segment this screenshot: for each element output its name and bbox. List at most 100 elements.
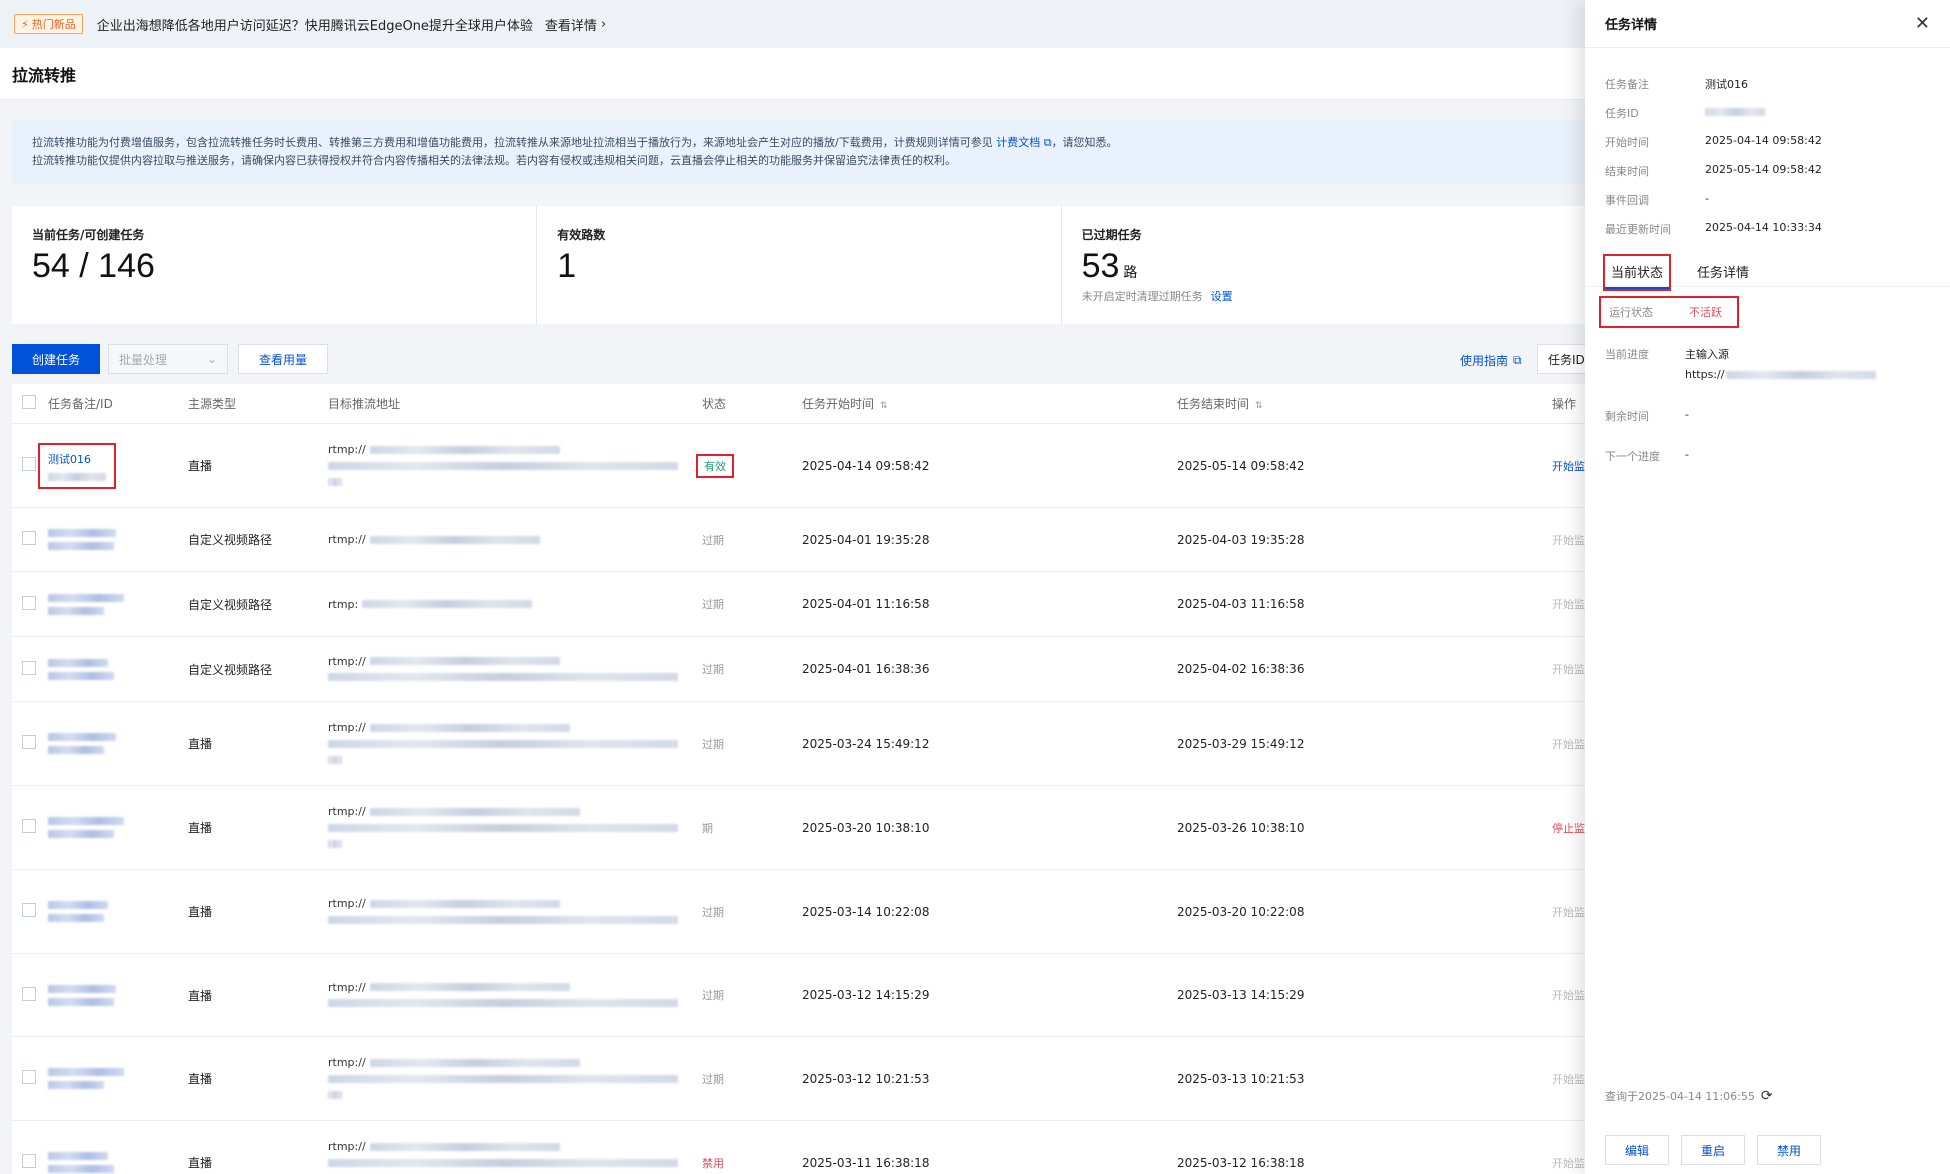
page-title: 拉流转推 bbox=[12, 65, 77, 85]
disable-button[interactable]: 禁用 bbox=[1757, 1135, 1821, 1165]
hot-new-tag: ⚡ 热门新品 bbox=[14, 14, 83, 34]
kv-key: 当前进度 bbox=[1605, 348, 1649, 361]
batch-select[interactable]: 批量处理 ⌄ bbox=[108, 344, 229, 374]
banner-details-link[interactable]: 查看详情 › bbox=[545, 15, 606, 34]
row-checkbox[interactable] bbox=[22, 819, 36, 836]
address-prefix: rtmp:// bbox=[328, 721, 366, 734]
close-icon[interactable]: ✕ bbox=[1915, 13, 1930, 34]
task-name-cell[interactable] bbox=[48, 817, 124, 838]
header-start[interactable]: 任务开始时间 ⇅ bbox=[802, 395, 888, 412]
kv-value: - bbox=[1685, 408, 1689, 421]
task-name-cell[interactable] bbox=[48, 593, 124, 615]
expired-settings-link[interactable]: 设置 bbox=[1211, 290, 1233, 303]
progress-url-prefix: https:// bbox=[1685, 368, 1725, 381]
kv-value: - bbox=[1705, 192, 1709, 205]
end-time-cell: 2025-04-02 16:38:36 bbox=[1177, 662, 1305, 676]
address-prefix: rtmp:// bbox=[328, 1056, 366, 1069]
table-row[interactable]: 直播 rtmp:// 过期 2025-03-14 10:22:08 2025-03-20… bbox=[12, 870, 1585, 954]
push-address-cell: rtmp:// bbox=[328, 532, 540, 548]
create-task-button[interactable]: 创建任务 bbox=[12, 344, 101, 374]
table-row[interactable]: 自定义视频路径 rtmp:// 过期 2025-04-01 16:38:36 2025-… bbox=[12, 637, 1585, 702]
billing-notice: 拉流转推功能为付费增值服务，包含拉流转推任务时长费用、转推第三方费用和增值功能费… bbox=[12, 120, 1585, 184]
row-action-link[interactable]: 停止监 bbox=[1552, 820, 1585, 836]
row-checkbox[interactable] bbox=[22, 986, 36, 1004]
task-name-cell[interactable] bbox=[48, 901, 108, 922]
query-time: 查询于2025-04-14 11:06:55 ⟳ bbox=[1605, 1088, 1773, 1104]
row-action-link[interactable]: 开始监 bbox=[1552, 596, 1585, 612]
table-row[interactable]: 直播 rtmp:// 禁用 2025-03-11 16:38:18 2025-03-12… bbox=[12, 1121, 1585, 1174]
task-name-cell[interactable] bbox=[48, 984, 116, 1006]
stat-tasks-label: 当前任务/可创建任务 bbox=[32, 228, 145, 242]
task-name-cell[interactable] bbox=[48, 733, 116, 754]
start-time-cell: 2025-04-01 19:35:28 bbox=[802, 532, 930, 547]
edit-button[interactable]: 编辑 bbox=[1605, 1135, 1669, 1165]
source-type-cell: 直播 bbox=[188, 988, 213, 1003]
view-usage-button[interactable]: 查看用量 bbox=[238, 344, 329, 374]
header-type: 主源类型 bbox=[188, 397, 237, 411]
kv-value: 2025-04-14 10:33:34 bbox=[1705, 221, 1822, 234]
table-row[interactable]: 直播 rtmp:// 过期 2025-03-12 14:15:29 2025-03-13… bbox=[12, 954, 1585, 1037]
row-checkbox[interactable] bbox=[22, 903, 36, 920]
row-action-link[interactable]: 开始监 bbox=[1552, 458, 1585, 474]
select-all-checkbox[interactable] bbox=[22, 395, 36, 412]
task-name-cell[interactable] bbox=[48, 529, 116, 550]
notice-text-end: ，请您知悉。 bbox=[1051, 136, 1118, 149]
table-row[interactable]: 自定义视频路径 rtmp:// 过期 2025-04-01 19:35:28 2025-… bbox=[12, 508, 1585, 572]
task-name-cell[interactable] bbox=[48, 658, 114, 680]
table-row[interactable]: 测试016 直播 rtmp:// 有效 2025-04-14 09:58:42 2025-… bbox=[12, 424, 1585, 508]
row-checkbox[interactable] bbox=[22, 531, 36, 548]
row-action-link[interactable]: 开始监 bbox=[1552, 1155, 1585, 1171]
row-action-link[interactable]: 开始监 bbox=[1552, 661, 1585, 677]
usage-guide-label: 使用指南 bbox=[1460, 354, 1509, 368]
kv-progress: 当前进度 主输入源 https:// bbox=[1605, 346, 1877, 381]
end-time-cell: 2025-04-03 19:35:28 bbox=[1177, 532, 1305, 547]
row-action-link[interactable]: 开始监 bbox=[1552, 736, 1585, 752]
task-name-cell[interactable]: 测试016 bbox=[38, 442, 116, 489]
drawer-tabs: 当前状态 任务详情 bbox=[1602, 254, 1755, 291]
address-prefix: rtmp:// bbox=[328, 533, 366, 546]
end-time-cell: 2025-03-13 10:21:53 bbox=[1177, 1071, 1305, 1086]
tab-task-detail[interactable]: 任务详情 bbox=[1691, 256, 1755, 289]
row-checkbox[interactable] bbox=[22, 457, 36, 474]
push-address-cell: rtmp:// bbox=[328, 804, 678, 852]
kv-end: 结束时间 2025-05-14 09:58:42 bbox=[1605, 163, 1822, 179]
billing-doc-link[interactable]: 计费文档 ⧉ bbox=[996, 136, 1051, 149]
row-action-link[interactable]: 开始监 bbox=[1552, 987, 1585, 1003]
source-type-cell: 直播 bbox=[188, 821, 213, 835]
row-action-link[interactable]: 开始监 bbox=[1552, 1071, 1585, 1087]
address-prefix: rtmp: bbox=[328, 597, 359, 611]
row-action-link[interactable]: 开始监 bbox=[1552, 904, 1585, 920]
end-time-cell: 2025-05-14 09:58:42 bbox=[1177, 458, 1305, 473]
task-name-link[interactable]: 测试016 bbox=[48, 451, 106, 467]
kv-key: 运行状态 bbox=[1609, 306, 1653, 319]
header-end[interactable]: 任务结束时间 ⇅ bbox=[1177, 395, 1263, 412]
status-badge: 禁用 bbox=[702, 1156, 724, 1170]
row-checkbox[interactable] bbox=[22, 660, 36, 678]
chevron-right-icon: › bbox=[600, 16, 607, 32]
row-checkbox[interactable] bbox=[22, 1070, 36, 1087]
start-time-cell: 2025-03-20 10:38:10 bbox=[802, 820, 930, 835]
status-badge: 过期 bbox=[702, 663, 724, 676]
kv-updated: 最近更新时间 2025-04-14 10:33:34 bbox=[1605, 221, 1822, 237]
kv-value: 测试016 bbox=[1705, 78, 1748, 91]
status-badge: 过期 bbox=[702, 598, 724, 611]
notice-line-1: 拉流转推功能为付费增值服务，包含拉流转推任务时长费用、转推第三方费用和增值功能费… bbox=[32, 134, 1565, 152]
start-time-cell: 2025-04-01 11:16:58 bbox=[802, 597, 930, 611]
refresh-icon[interactable]: ⟳ bbox=[1761, 1088, 1773, 1104]
stats-panel: 当前任务/可创建任务 54 / 146 有效路数 1 已过期任务 53 路 未开启… bbox=[12, 206, 1585, 324]
task-name-cell[interactable] bbox=[48, 1152, 114, 1173]
usage-guide-link[interactable]: 使用指南 ⧉ bbox=[1460, 352, 1522, 369]
stat-tasks: 当前任务/可创建任务 54 / 146 bbox=[12, 206, 536, 324]
row-checkbox[interactable] bbox=[22, 595, 36, 613]
tab-current-status[interactable]: 当前状态 bbox=[1602, 254, 1672, 291]
table-row[interactable]: 直播 rtmp:// 过期 2025-03-12 10:21:53 2025-03-13… bbox=[12, 1037, 1585, 1121]
table-row[interactable]: 直播 rtmp:// 期 2025-03-20 10:38:10 2025-03-26 … bbox=[12, 786, 1585, 870]
row-checkbox[interactable] bbox=[22, 735, 36, 752]
chevron-down-icon: ⌄ bbox=[206, 352, 218, 366]
table-row[interactable]: 自定义视频路径 rtmp: 过期 2025-04-01 11:16:58 2025-04… bbox=[12, 572, 1585, 637]
row-action-link[interactable]: 开始监 bbox=[1552, 532, 1585, 548]
row-checkbox[interactable] bbox=[22, 1154, 36, 1171]
restart-button[interactable]: 重启 bbox=[1681, 1135, 1745, 1165]
table-row[interactable]: 直播 rtmp:// 过期 2025-03-24 15:49:12 2025-03-29… bbox=[12, 702, 1585, 786]
task-name-cell[interactable] bbox=[48, 1068, 124, 1089]
